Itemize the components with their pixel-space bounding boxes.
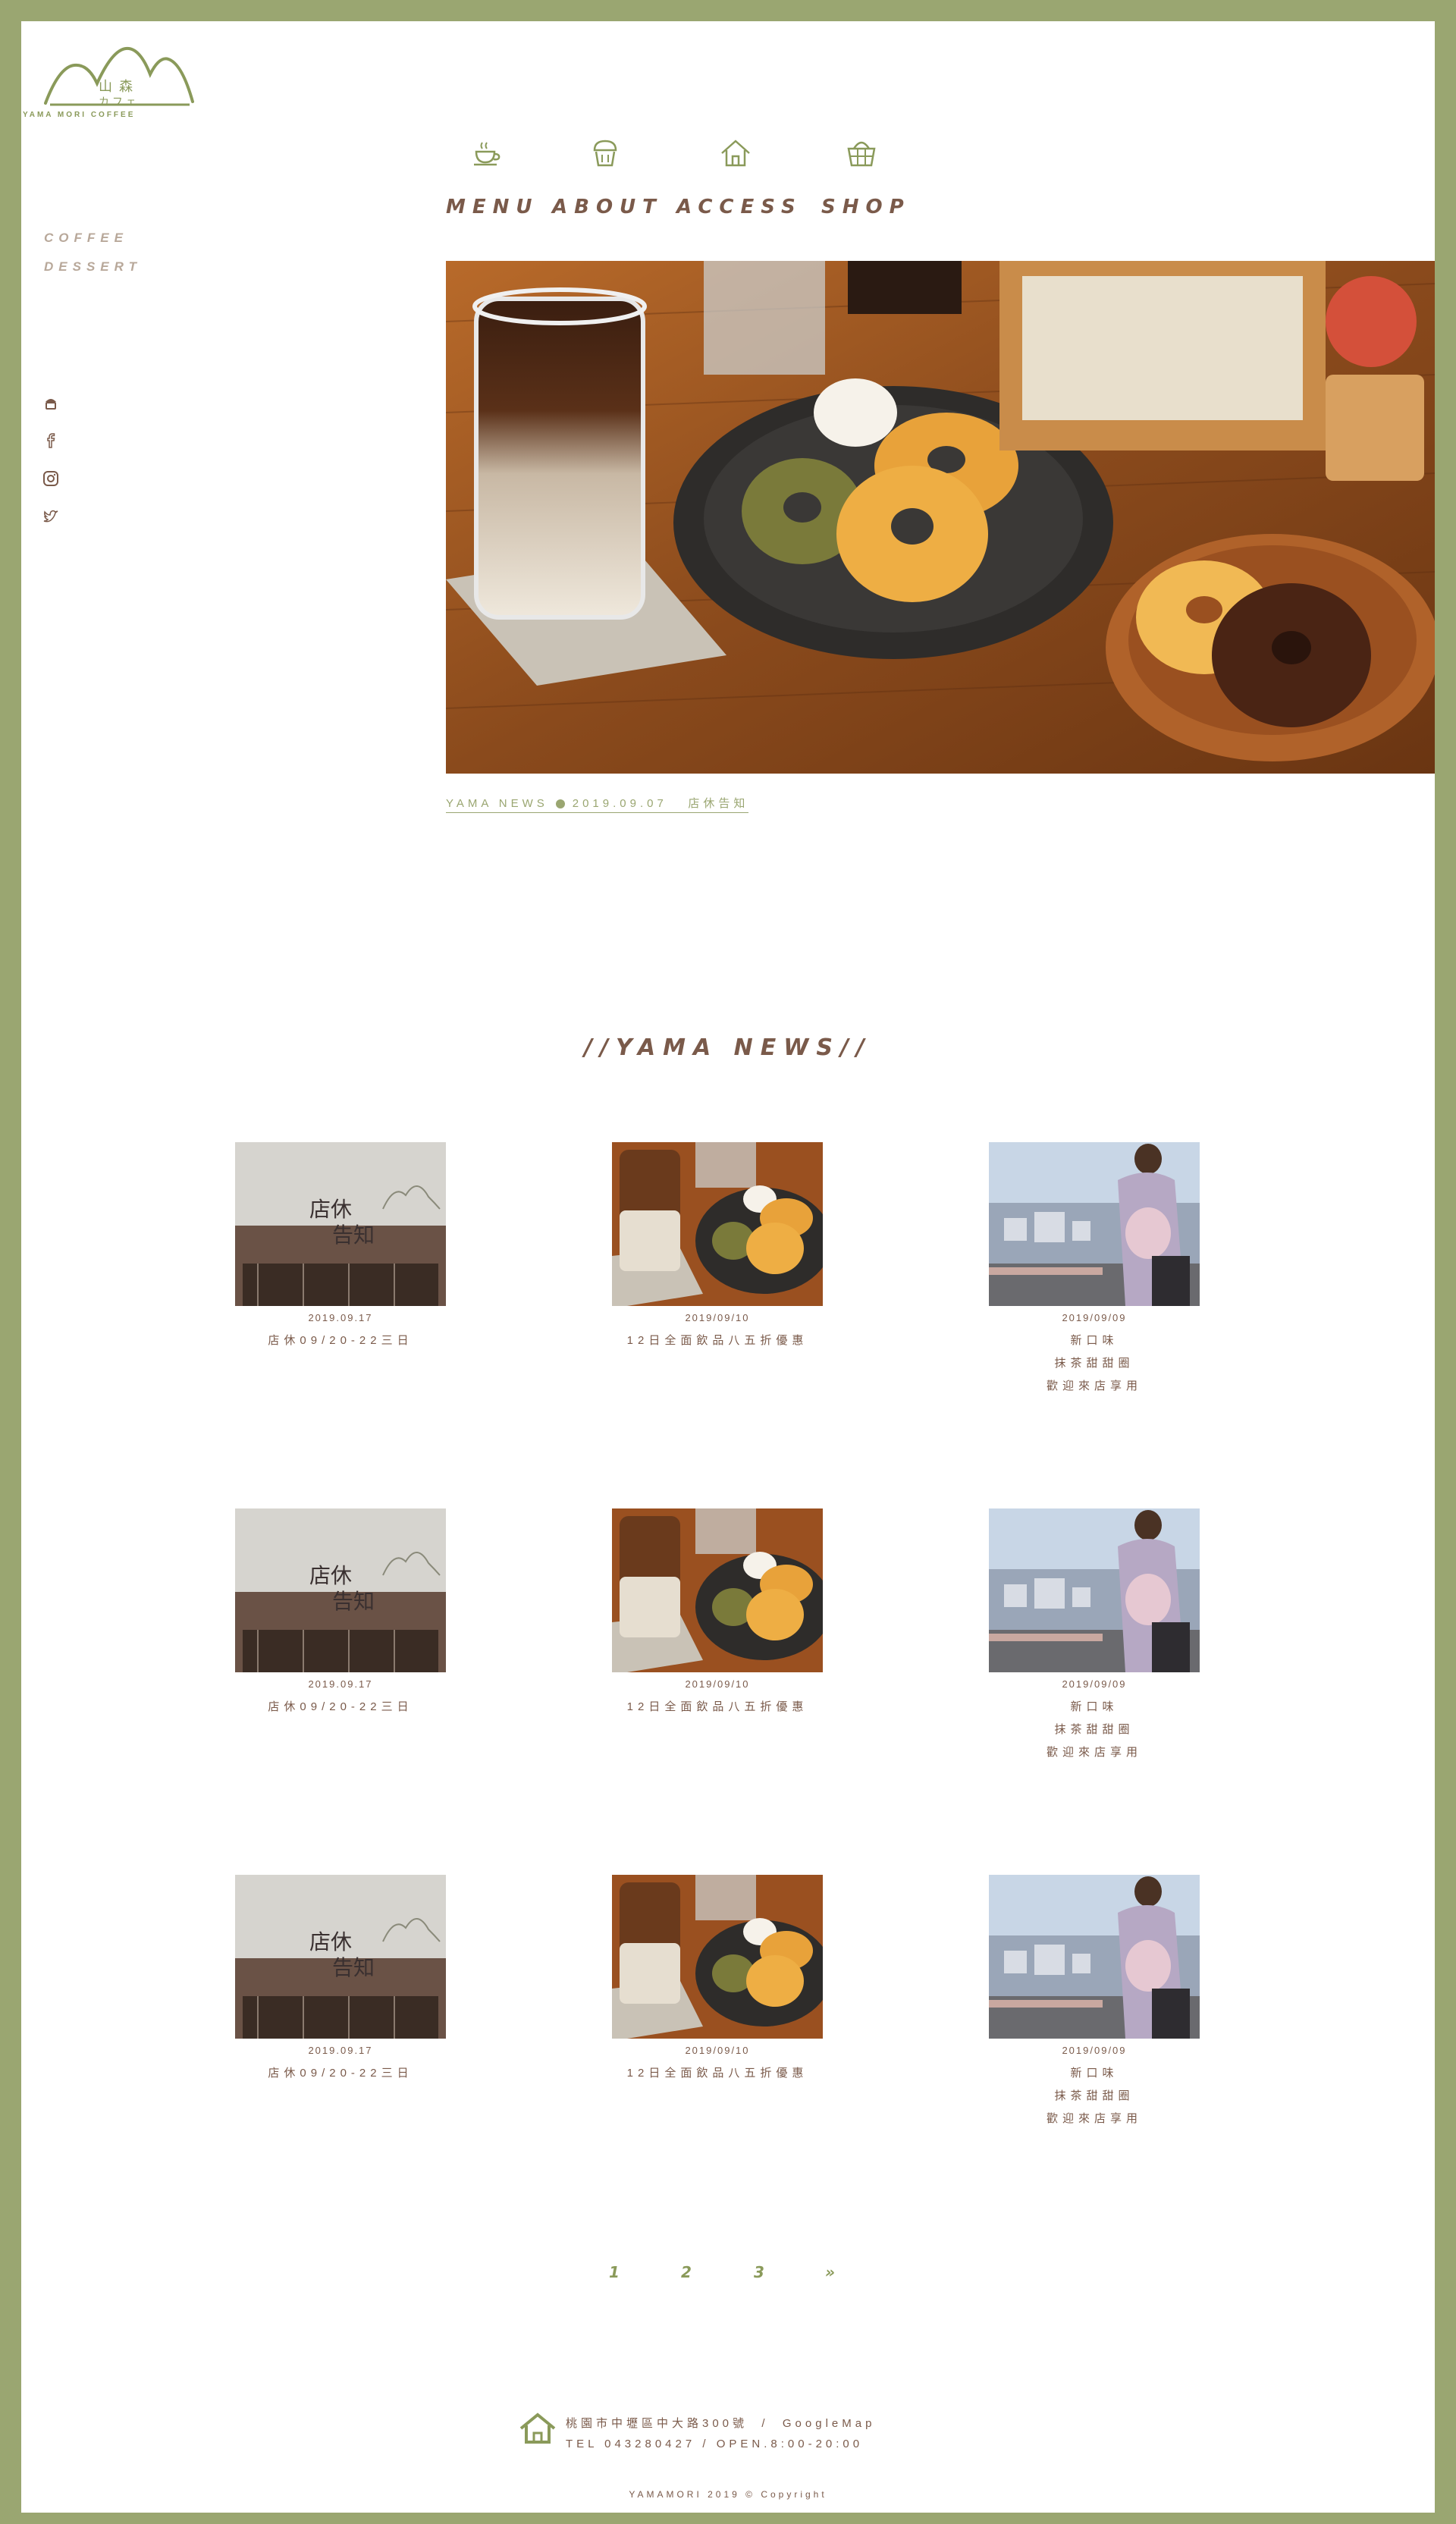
logo-subtitle: YAMA MORI COFFEE <box>23 111 136 119</box>
news-date: 2019/09/10 <box>685 1312 750 1323</box>
news-card[interactable]: 2019/09/10 12日全面飲品八五折優惠 <box>604 1875 831 2085</box>
side-tag-coffee: COFFEE <box>44 231 128 245</box>
hero-image <box>445 261 1435 774</box>
news-date: 2019.09.17 <box>308 1312 373 1323</box>
coffee-donuts-thumbnail <box>612 1142 823 1306</box>
news-title-line: 12日全面飲品八五折優惠 <box>626 1334 808 1347</box>
svg-text:店休: 店休 <box>309 1197 352 1222</box>
woman-bear-thumbnail <box>989 1875 1200 2039</box>
news-title-line: 店休09/20-22三日 <box>268 2067 413 2080</box>
news-card[interactable]: 店休 告知 2019.09.17 店休09/20-22三日 <box>227 1142 454 1352</box>
svg-text:店休: 店休 <box>309 1929 352 1954</box>
closure-notice-thumbnail: 店休告知 <box>235 1875 446 2039</box>
footer-tel: TEL 043280427 / OPEN.8:00-20:00 <box>566 2438 864 2450</box>
nav-shop[interactable]: SHOP <box>821 196 911 218</box>
news-title-line: 12日全面飲品八五折優惠 <box>626 2067 808 2080</box>
news-title: 店休09/20-22三日 <box>227 1329 454 1352</box>
news-title-line: 歡迎來店享用 <box>1046 1746 1142 1759</box>
page-2-link[interactable]: 2 <box>681 2263 692 2281</box>
news-title-line: 新口味 <box>1070 1700 1119 1713</box>
footer-address: 桃園市中壢區中大路300號 / GoogleMap <box>566 2415 875 2431</box>
news-title: 12日全面飲品八五折優惠 <box>604 1329 831 1352</box>
news-date: 2019/09/10 <box>685 1678 750 1690</box>
coffee-donuts-thumbnail <box>612 1875 823 2039</box>
footer-separator: / <box>761 2417 769 2430</box>
svg-text:告知: 告知 <box>332 1223 375 1248</box>
news-card[interactable]: 2019/09/09 新口味抹茶甜甜圈歡迎來店享用 <box>981 1508 1208 1764</box>
closure-notice-thumbnail: 店休告知 <box>235 1142 446 1306</box>
twitter-icon[interactable] <box>42 508 59 525</box>
news-title-line: 店休09/20-22三日 <box>268 1334 413 1347</box>
page-3-link[interactable]: 3 <box>754 2263 764 2281</box>
news-date: 2019/09/09 <box>1062 1678 1127 1690</box>
house-icon <box>518 2412 557 2445</box>
hero-caption-text: 店休告知 <box>688 797 749 810</box>
news-card[interactable]: 2019/09/10 12日全面飲品八五折優惠 <box>604 1142 831 1352</box>
news-title: 新口味抹茶甜甜圈歡迎來店享用 <box>981 2062 1208 2130</box>
logo-kanji: 山 森 <box>99 79 135 94</box>
news-title-line: 抹茶甜甜圈 <box>1054 2089 1134 2102</box>
news-title-line: 新口味 <box>1070 1334 1119 1347</box>
news-title-line: 抹茶甜甜圈 <box>1054 1357 1134 1370</box>
news-card[interactable]: 店休 告知 2019.09.17 店休09/20-22三日 <box>227 1875 454 2085</box>
news-title-line: 店休09/20-22三日 <box>268 1700 413 1713</box>
news-title: 店休09/20-22三日 <box>227 1696 454 1719</box>
logo-kana: カ フ ェ <box>99 96 136 108</box>
closure-notice-thumbnail: 店休告知 <box>235 1508 446 1672</box>
cupcake-icon[interactable] <box>42 394 59 411</box>
news-card[interactable]: 2019/09/09 新口味抹茶甜甜圈歡迎來店享用 <box>981 1142 1208 1398</box>
coffee-cup-icon[interactable] <box>470 137 504 170</box>
nav-access[interactable]: ACCESS <box>676 196 802 218</box>
facebook-icon[interactable] <box>42 432 59 449</box>
woman-bear-thumbnail <box>989 1508 1200 1672</box>
instagram-icon[interactable] <box>42 470 59 487</box>
news-title: 新口味抹茶甜甜圈歡迎來店享用 <box>981 1329 1208 1398</box>
svg-text:告知: 告知 <box>332 1955 375 1980</box>
svg-text:告知: 告知 <box>332 1589 375 1614</box>
news-card[interactable]: 2019/09/09 新口味抹茶甜甜圈歡迎來店享用 <box>981 1875 1208 2130</box>
footer-copyright: YAMAMORI 2019 © Copyright <box>629 2489 827 2500</box>
news-card[interactable]: 2019/09/10 12日全面飲品八五折優惠 <box>604 1508 831 1719</box>
cupcake-nav-icon[interactable] <box>588 137 622 170</box>
news-title-line: 歡迎來店享用 <box>1046 2112 1142 2125</box>
news-date: 2019/09/09 <box>1062 1312 1127 1323</box>
page-frame: 山 森 カ フ ェ YAMA MORI COFFEE COFFEE DESSER… <box>21 21 1435 2513</box>
next-page-link[interactable]: » <box>825 2263 835 2281</box>
news-title: 新口味抹茶甜甜圈歡迎來店享用 <box>981 1696 1208 1764</box>
hero-caption-date: 2019.09.07 <box>572 797 667 810</box>
news-title: 店休09/20-22三日 <box>227 2062 454 2085</box>
hero-coffee-donuts-photo <box>445 261 1435 774</box>
basket-icon[interactable] <box>845 137 878 170</box>
news-title-line: 歡迎來店享用 <box>1046 1380 1142 1392</box>
woman-bear-thumbnail <box>989 1142 1200 1306</box>
hero-news-link[interactable]: YAMA NEWS 2019.09.07 店休告知 <box>446 795 749 813</box>
news-section-title: //YAMA NEWS// <box>584 1034 872 1061</box>
news-title-line: 抹茶甜甜圈 <box>1054 1723 1134 1736</box>
footer-address-text: 桃園市中壢區中大路300號 <box>566 2417 748 2430</box>
nav-about[interactable]: ABOUT <box>552 196 663 218</box>
news-title-line: 12日全面飲品八五折優惠 <box>626 1700 808 1713</box>
svg-text:店休: 店休 <box>309 1563 352 1588</box>
news-title: 12日全面飲品八五折優惠 <box>604 1696 831 1719</box>
nav-menu[interactable]: MENU <box>446 196 539 218</box>
dot-icon <box>555 799 565 809</box>
news-date: 2019/09/09 <box>1062 2045 1127 2056</box>
side-tag-dessert: DESSERT <box>44 259 142 274</box>
coffee-donuts-thumbnail <box>612 1508 823 1672</box>
news-title-line: 新口味 <box>1070 2067 1119 2080</box>
news-card[interactable]: 店休 告知 2019.09.17 店休09/20-22三日 <box>227 1508 454 1719</box>
house-icon[interactable] <box>719 137 752 170</box>
news-date: 2019/09/10 <box>685 2045 750 2056</box>
hero-caption-prefix: YAMA NEWS <box>446 797 548 810</box>
page-1-link[interactable]: 1 <box>609 2263 620 2281</box>
news-date: 2019.09.17 <box>308 1678 373 1690</box>
news-date: 2019.09.17 <box>308 2045 373 2056</box>
news-title: 12日全面飲品八五折優惠 <box>604 2062 831 2085</box>
google-map-link[interactable]: GoogleMap <box>783 2417 876 2430</box>
